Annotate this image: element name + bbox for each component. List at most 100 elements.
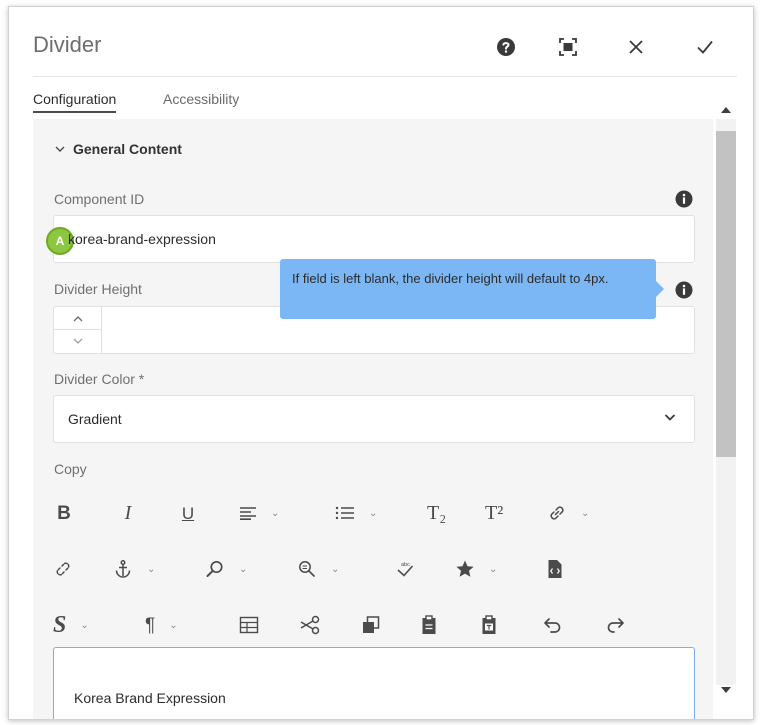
document-code-icon [548, 560, 562, 578]
chevron-down-icon [664, 414, 676, 421]
divider-color-value: Gradient [68, 411, 122, 427]
chevron-up-icon [73, 315, 82, 321]
section-label: General Content [73, 141, 182, 157]
section-general-content[interactable]: General Content [55, 141, 182, 157]
svg-text:abc: abc [401, 562, 410, 568]
tab-configuration[interactable]: Configuration [33, 91, 117, 113]
table-button[interactable] [239, 607, 259, 643]
style-icon: S [53, 612, 67, 638]
divider-dialog: Divider Configuration Accessibility Gene… [8, 6, 754, 720]
divider-color-select[interactable]: Gradient [53, 395, 695, 443]
bold-button[interactable]: B [53, 495, 75, 531]
chevron-down-icon: ⌄ [239, 563, 248, 575]
chevron-down-icon: ⌄ [331, 563, 340, 575]
search-icon [206, 560, 223, 577]
paste-button[interactable] [421, 607, 437, 643]
copy-rich-text-editor[interactable]: Korea Brand Expression [53, 647, 695, 719]
copy-icon [363, 616, 380, 633]
scrollbar-thumb[interactable] [716, 131, 736, 457]
dialog-title: Divider [33, 32, 102, 57]
anchor-icon [115, 559, 131, 578]
superscript-button[interactable]: T² [485, 495, 503, 531]
bold-icon: B [57, 502, 71, 524]
copy-button[interactable] [361, 607, 381, 643]
chevron-down-icon: ⌄ [169, 619, 178, 631]
close-icon [629, 40, 643, 54]
source-edit-button[interactable] [547, 551, 563, 587]
scroll-up-arrow-icon[interactable] [721, 107, 731, 113]
chevron-down-icon: ⌄ [369, 507, 378, 519]
find-replace-icon [299, 561, 315, 577]
special-chars-menu-button[interactable]: ⌄ [455, 551, 497, 587]
anchor-menu-button[interactable]: ⌄ [113, 551, 155, 587]
header-divider [33, 76, 737, 77]
info-icon[interactable] [675, 281, 693, 299]
increment-button[interactable] [54, 307, 101, 330]
styles-menu-button[interactable]: S ⌄ [53, 607, 89, 643]
rich-text-toolbar: B I U ⌄ ⌄ T₂ T² ⌄ ⌄ ⌄ ⌄ abc ⌄ S ⌄ ¶ ⌄ [53, 485, 695, 653]
unlink-icon [56, 562, 70, 576]
editor-text: Korea Brand Expression [74, 690, 226, 706]
help-icon [497, 38, 515, 56]
italic-button[interactable]: I [117, 495, 139, 531]
cut-button[interactable] [299, 607, 321, 643]
chevron-down-icon: ⌄ [489, 563, 498, 575]
list-icon [335, 506, 354, 520]
spellcheck-button[interactable]: abc [395, 551, 415, 587]
paragraph-menu-button[interactable]: ¶ ⌄ [145, 607, 178, 643]
unlink-button[interactable] [53, 551, 73, 587]
decrement-button[interactable] [54, 330, 101, 353]
replace-menu-button[interactable]: ⌄ [297, 551, 339, 587]
toolbar-row-2: ⌄ ⌄ ⌄ abc ⌄ [53, 541, 695, 597]
chevron-down-icon [73, 338, 82, 344]
spellcheck-icon: abc [397, 562, 414, 577]
fullscreen-button[interactable] [554, 33, 582, 61]
configuration-panel: General Content Component ID A korea-bra… [33, 119, 713, 719]
paragraph-icon: ¶ [145, 614, 156, 636]
done-button[interactable] [691, 33, 719, 61]
divider-height-tooltip: If field is left blank, the divider heig… [280, 259, 664, 319]
component-id-input[interactable]: A korea-brand-expression [46, 215, 695, 263]
table-icon [239, 616, 259, 634]
help-button[interactable] [492, 33, 520, 61]
find-menu-button[interactable]: ⌄ [205, 551, 247, 587]
paste-text-icon [482, 615, 496, 634]
chevron-down-icon: ⌄ [271, 507, 280, 519]
divider-height-label: Divider Height [54, 281, 142, 297]
stepper-buttons [54, 307, 102, 353]
chevron-down-icon: ⌄ [581, 507, 590, 519]
divider-color-label: Divider Color * [54, 371, 145, 387]
underline-button[interactable]: U [177, 495, 199, 531]
toolbar-row-1: B I U ⌄ ⌄ T₂ T² ⌄ [53, 485, 695, 541]
underline-icon: U [181, 503, 195, 523]
toolbar-row-3: S ⌄ ¶ ⌄ [53, 597, 695, 653]
star-icon [456, 560, 474, 577]
justify-menu-button[interactable]: ⌄ [239, 495, 279, 531]
scroll-down-arrow-icon[interactable] [721, 687, 731, 693]
list-menu-button[interactable]: ⌄ [335, 495, 377, 531]
dialog-header: Divider [9, 7, 753, 77]
link-icon [550, 506, 564, 520]
chevron-down-icon: ⌄ [147, 563, 156, 575]
clipboard-icon [422, 615, 436, 634]
superscript-icon: T² [485, 502, 504, 524]
link-menu-button[interactable]: ⌄ [547, 495, 589, 531]
subscript-button[interactable]: T₂ [427, 495, 446, 531]
vertical-scrollbar[interactable] [713, 95, 739, 717]
fullscreen-icon [559, 38, 577, 56]
component-id-label: Component ID [54, 191, 145, 207]
chevron-down-icon [55, 146, 65, 152]
undo-icon [544, 618, 561, 633]
redo-icon [607, 618, 624, 633]
tab-accessibility[interactable]: Accessibility [163, 91, 239, 107]
info-icon[interactable] [675, 190, 693, 208]
undo-button[interactable] [543, 607, 563, 643]
component-id-value: korea-brand-expression [68, 231, 216, 247]
redo-button[interactable] [605, 607, 625, 643]
italic-icon: I [124, 502, 132, 524]
paste-plaintext-button[interactable] [481, 607, 497, 643]
close-button[interactable] [622, 33, 650, 61]
chevron-down-icon: ⌄ [80, 619, 89, 631]
scissors-icon [300, 615, 320, 635]
check-icon [697, 40, 713, 54]
